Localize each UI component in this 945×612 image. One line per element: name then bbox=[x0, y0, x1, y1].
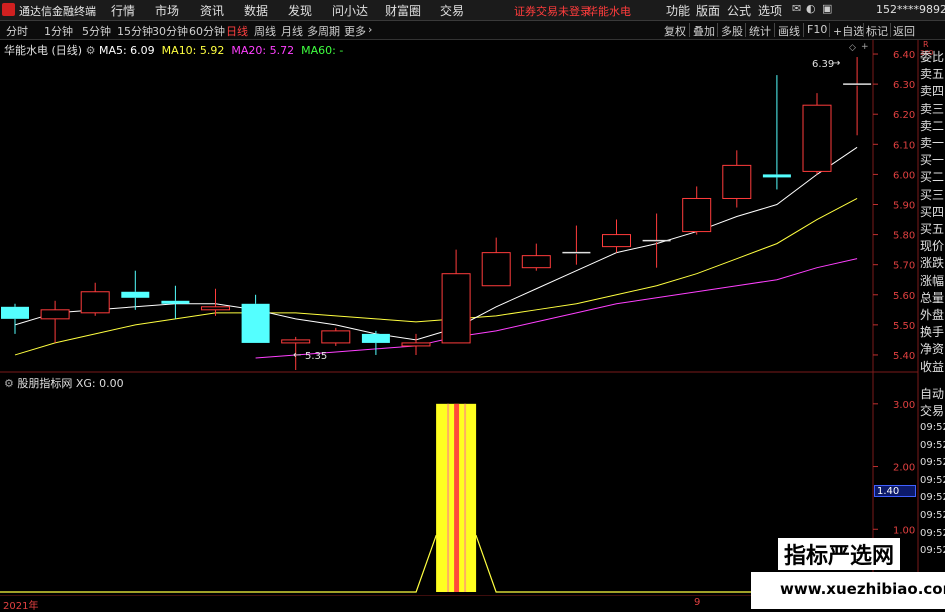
quote-row-label: 涨跌 bbox=[920, 256, 945, 271]
candle-up bbox=[80, 291, 110, 314]
quote-row-label: 净资 bbox=[920, 342, 945, 357]
y-tick-label: 5.90 bbox=[893, 200, 915, 211]
watermark-url: www.xuezhibiao.com bbox=[780, 580, 945, 598]
sub-y-tick-label: 1.00 bbox=[893, 525, 915, 536]
candle-up bbox=[802, 104, 832, 172]
y-tick-label: 6.40 bbox=[893, 50, 915, 61]
candle-up bbox=[201, 306, 230, 311]
diamond-icon: ◇ bbox=[849, 43, 856, 53]
xg-signal-edge bbox=[447, 403, 450, 592]
quote-row-label: 卖一 bbox=[920, 136, 945, 150]
y-tick-label: 6.00 bbox=[893, 170, 915, 181]
quote-row-label: 总量 bbox=[920, 290, 945, 305]
quote-row-label: 卖五 bbox=[920, 67, 945, 82]
x-label-month: 9 bbox=[694, 597, 701, 608]
x-label-year: 2021年 bbox=[3, 601, 39, 612]
candle-up bbox=[401, 342, 431, 347]
sub-y-tick-label: 2.00 bbox=[893, 463, 915, 474]
x-axis bbox=[0, 596, 873, 609]
tick-time: 09:52 bbox=[920, 545, 945, 557]
candle-down bbox=[1, 306, 29, 319]
auto-trade-label[interactable]: 交易 bbox=[920, 402, 944, 419]
tick-time: 09:52 bbox=[920, 422, 945, 433]
candle-up bbox=[281, 339, 311, 344]
candle-up bbox=[521, 255, 551, 269]
ma10-line bbox=[14, 198, 858, 356]
candle-up bbox=[722, 164, 752, 199]
y-tick-label: 6.20 bbox=[893, 110, 915, 121]
candle-down bbox=[121, 291, 150, 298]
quote-row-label: 现价 bbox=[920, 239, 945, 254]
xg-signal-edge bbox=[464, 403, 467, 592]
tick-time: 09:52 bbox=[920, 457, 945, 469]
y-tick-label: 5.50 bbox=[893, 321, 915, 332]
plus-icon[interactable]: + bbox=[861, 42, 869, 52]
y-tick-label: 6.30 bbox=[893, 80, 915, 91]
quote-row-label: 买三 bbox=[920, 187, 945, 202]
quote-row-label: 换手 bbox=[920, 325, 945, 340]
candle-down bbox=[762, 174, 791, 178]
candle-up bbox=[481, 252, 511, 287]
quote-row-label: 买一 bbox=[920, 153, 945, 168]
candle-up bbox=[321, 330, 351, 344]
y-tick-label: 5.40 bbox=[893, 351, 915, 362]
quote-row-label: 买五 bbox=[920, 222, 945, 236]
tick-time: 09:52 bbox=[920, 492, 945, 504]
y-tick-label: 5.70 bbox=[893, 261, 915, 272]
sub-y-tick-label: 3.00 bbox=[893, 400, 915, 411]
arrow-left-icon: ← bbox=[293, 350, 302, 361]
low-price-label: 5.35 bbox=[305, 351, 328, 362]
quote-row-label: 卖四 bbox=[920, 84, 945, 99]
quote-row-label: 买二 bbox=[920, 170, 945, 185]
tick-time: 09:52 bbox=[920, 439, 945, 451]
y-tick-label: 5.60 bbox=[893, 291, 915, 302]
candle-down bbox=[241, 303, 270, 343]
y-tick-label: 5.80 bbox=[893, 231, 915, 242]
tick-time: 09:52 bbox=[920, 474, 945, 486]
arrow-right-icon: → bbox=[832, 58, 841, 69]
watermark-title: 指标严选网 bbox=[778, 538, 901, 570]
candle-up bbox=[40, 309, 70, 320]
auto-trade-label[interactable]: 自动 bbox=[920, 385, 944, 402]
crosshair-value-badge: 1.40 bbox=[874, 485, 916, 497]
xg-signal-core bbox=[454, 403, 460, 592]
quote-row-label: 外盘 bbox=[920, 308, 945, 322]
quote-row-label: 涨幅 bbox=[920, 273, 945, 288]
candle-down bbox=[161, 300, 190, 304]
quote-row-label: 委比 bbox=[920, 50, 945, 64]
quote-row-label: 卖三 bbox=[920, 101, 945, 116]
quote-row-label: 收益 bbox=[920, 359, 945, 374]
quote-row-label: 卖二 bbox=[920, 118, 945, 133]
candle-up bbox=[602, 234, 631, 248]
y-tick-label: 6.10 bbox=[893, 140, 915, 151]
tick-time: 09:52 bbox=[920, 527, 945, 539]
kline-chart[interactable]: 3.00 2.00 1.00 6.40 6.30 6.20 6.10 6.00 5.90 5.8… bbox=[0, 0, 945, 609]
candle-down bbox=[361, 333, 390, 343]
candle-up bbox=[682, 197, 712, 233]
tick-time: 09:52 bbox=[920, 510, 945, 521]
candle-up bbox=[441, 273, 471, 344]
quote-row-label: 买四 bbox=[920, 204, 945, 219]
high-price-label: 6.39 bbox=[812, 59, 835, 70]
